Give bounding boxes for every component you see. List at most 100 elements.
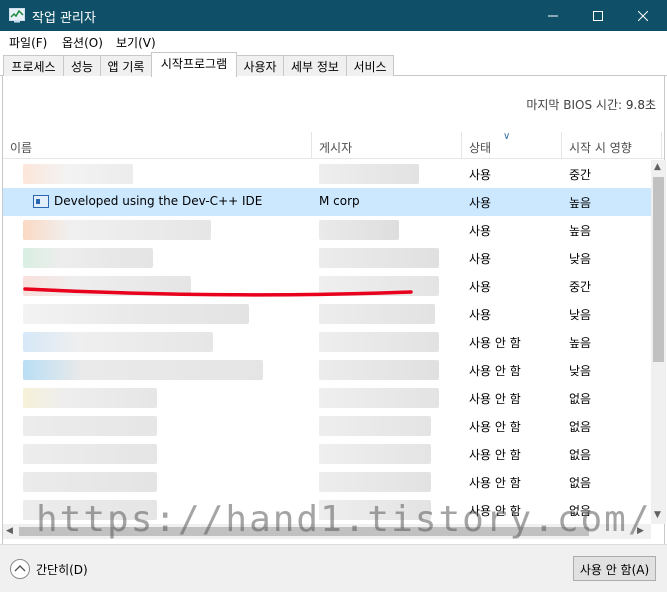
redacted-app-name [23, 360, 263, 380]
window-title: 작업 관리자 [32, 11, 96, 26]
redacted-publisher [319, 388, 439, 408]
collapse-label[interactable]: 간단히(D) [36, 561, 88, 578]
collapse-button[interactable] [10, 559, 30, 579]
list-item[interactable]: 사용 안 함 없음 [3, 440, 651, 468]
tab-app-history[interactable]: 앱 기록 [100, 55, 152, 76]
scrollbar-thumb[interactable] [653, 177, 664, 362]
status-text: 사용 [469, 224, 492, 238]
column-header-impact[interactable]: 시작 시 영향 [569, 139, 632, 156]
menu-view[interactable]: 보기(V) [116, 34, 156, 51]
tab-users[interactable]: 사용자 [236, 55, 284, 76]
redacted-publisher [319, 220, 399, 240]
application-icon [33, 195, 49, 208]
tab-details[interactable]: 세부 정보 [283, 55, 347, 76]
status-text: 사용 [469, 308, 492, 322]
status-text: 사용 안 함 [469, 476, 521, 490]
menu-bar: 파일(F) 옵션(O) 보기(V) [0, 31, 667, 52]
impact-text: 낮음 [569, 308, 592, 322]
tab-processes[interactable]: 프로세스 [3, 55, 64, 76]
status-text: 사용 안 함 [469, 336, 521, 350]
task-manager-icon [9, 8, 25, 23]
disable-button[interactable]: 사용 안 함(A) [573, 556, 656, 581]
column-divider[interactable] [311, 132, 312, 159]
footer-bar: 간단히(D) 사용 안 함(A) [0, 544, 667, 592]
publisher-text: M corp [319, 194, 360, 208]
impact-text: 없음 [569, 476, 592, 490]
list-item[interactable]: 사용 안 함 낮음 [3, 356, 651, 384]
redacted-publisher [319, 416, 431, 436]
status-text: 사용 [469, 252, 492, 266]
impact-text: 낮음 [569, 364, 592, 378]
impact-text: 없음 [569, 420, 592, 434]
impact-text: 없음 [569, 448, 592, 462]
bios-time-label: 마지막 BIOS 시간: [526, 98, 623, 112]
status-text: 사용 [469, 280, 492, 294]
column-header-publisher[interactable]: 게시자 [319, 139, 352, 156]
redacted-app-name [23, 444, 157, 464]
minimize-icon [548, 15, 558, 16]
list-item-selected[interactable]: Developed using the Dev-C++ IDE M corp 사… [3, 188, 651, 216]
maximize-button[interactable] [575, 0, 621, 31]
startup-panel: 마지막 BIOS 시간: 9.8초 이름 게시자 ∨ 상태 시작 시 영향 사용… [2, 76, 666, 544]
impact-text: 중간 [569, 168, 592, 182]
list-item[interactable]: 사용 안 함 없음 [3, 468, 651, 496]
list-item[interactable]: 사용 높음 [3, 216, 651, 244]
minimize-button[interactable] [530, 0, 576, 31]
redacted-app-name [23, 248, 153, 268]
menu-file[interactable]: 파일(F) [9, 34, 47, 51]
column-divider[interactable] [561, 132, 562, 159]
column-header-status[interactable]: 상태 [469, 139, 491, 156]
status-text: 사용 안 함 [469, 392, 521, 406]
maximize-icon [593, 10, 603, 21]
impact-text: 높음 [569, 224, 592, 238]
watermark-text: https://hand1.tistory.com/ [36, 499, 652, 540]
column-divider[interactable] [461, 132, 462, 159]
column-header-row: 이름 게시자 ∨ 상태 시작 시 영향 [3, 131, 664, 159]
scroll-down-icon[interactable]: ▼ [654, 510, 661, 520]
status-text: 사용 안 함 [469, 364, 521, 378]
tab-startup[interactable]: 시작프로그램 [151, 52, 237, 77]
status-text: 사용 안 함 [469, 448, 521, 462]
redacted-app-name [23, 416, 157, 436]
impact-text: 높음 [569, 196, 592, 210]
tab-performance[interactable]: 성능 [63, 55, 101, 76]
scroll-up-icon[interactable]: ▲ [654, 162, 661, 172]
startup-list: 사용 중간 Developed using the Dev-C++ IDE M … [3, 160, 651, 524]
impact-text: 중간 [569, 280, 592, 294]
status-text: 사용 [469, 196, 492, 210]
tab-services[interactable]: 서비스 [346, 55, 394, 76]
title-bar: 작업 관리자 [0, 0, 667, 31]
red-underline-annotation [23, 287, 413, 297]
list-item[interactable]: 사용 안 함 없음 [3, 412, 651, 440]
column-divider[interactable] [661, 132, 662, 159]
app-name: Developed using the Dev-C++ IDE [54, 194, 263, 208]
impact-text: 높음 [569, 336, 592, 350]
redacted-app-name [23, 220, 211, 240]
redacted-publisher [319, 164, 419, 184]
close-icon [638, 10, 648, 21]
redacted-publisher [319, 304, 435, 324]
scroll-left-icon[interactable]: ◀ [6, 526, 13, 536]
status-text: 사용 안 함 [469, 420, 521, 434]
redacted-publisher [319, 248, 439, 268]
impact-text: 낮음 [569, 252, 592, 266]
sort-descending-icon: ∨ [503, 131, 511, 142]
tab-bar: 프로세스 성능 앱 기록 시작프로그램 사용자 세부 정보 서비스 [0, 52, 667, 77]
chevron-up-icon [14, 565, 26, 572]
column-header-name[interactable]: 이름 [10, 139, 32, 156]
list-item[interactable]: 사용 낮음 [3, 300, 651, 328]
list-item[interactable]: 사용 중간 [3, 160, 651, 188]
redacted-publisher [319, 332, 439, 352]
redacted-app-name [23, 472, 157, 492]
vertical-scrollbar[interactable]: ▲ ▼ [651, 160, 666, 524]
list-item[interactable]: 사용 안 함 높음 [3, 328, 651, 356]
bios-time: 마지막 BIOS 시간: 9.8초 [526, 96, 656, 113]
status-text: 사용 [469, 168, 492, 182]
list-item[interactable]: 사용 안 함 없음 [3, 384, 651, 412]
menu-options[interactable]: 옵션(O) [62, 34, 103, 51]
close-button[interactable] [620, 0, 666, 31]
list-item[interactable]: 사용 낮음 [3, 244, 651, 272]
redacted-publisher [319, 472, 431, 492]
redacted-app-name [23, 332, 213, 352]
impact-text: 없음 [569, 392, 592, 406]
